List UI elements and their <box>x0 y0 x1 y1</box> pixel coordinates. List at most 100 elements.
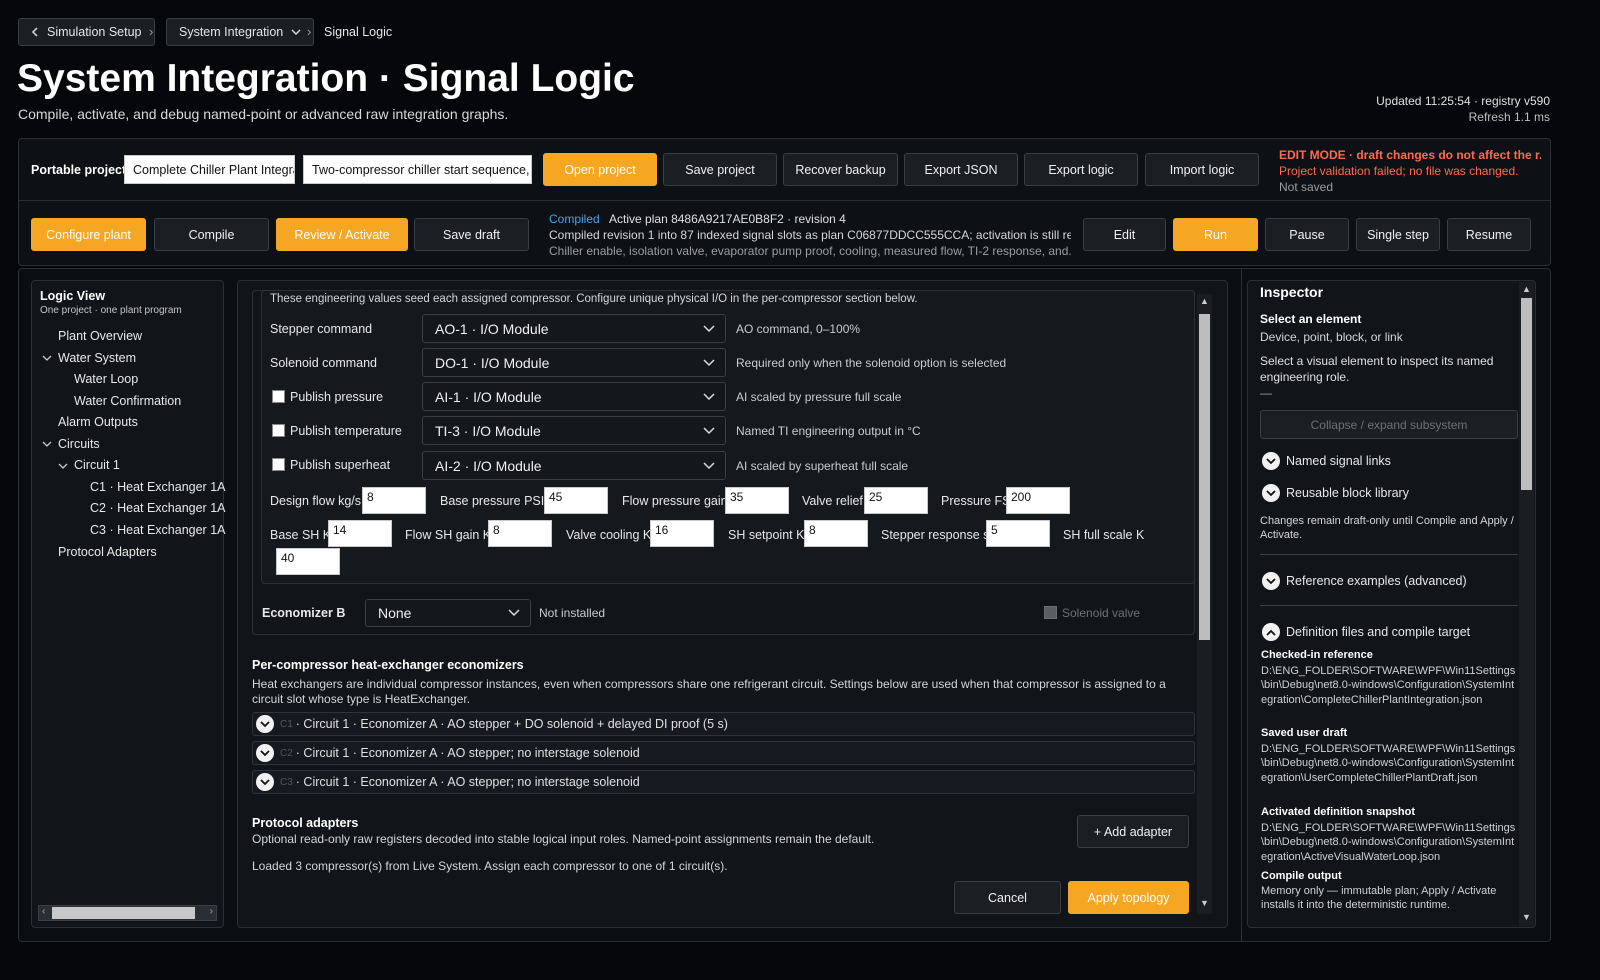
chevron-down-icon[interactable] <box>42 353 52 363</box>
tree-item-c1[interactable]: C1 · Heat Exchanger 1A <box>90 480 226 494</box>
economizer-b-status: Not installed <box>539 606 606 620</box>
publish-temperature-checkbox[interactable] <box>272 424 285 437</box>
publish-temperature-select[interactable]: TI-3 · I/O Module <box>422 416 726 445</box>
tree-item-c3[interactable]: C3 · Heat Exchanger 1A <box>90 523 226 537</box>
save-draft-button[interactable]: Save draft <box>414 218 529 251</box>
save-project-button[interactable]: Save project <box>663 153 777 186</box>
scroll-right-icon[interactable]: › <box>210 906 213 917</box>
compressor-tag: C3 <box>280 776 293 788</box>
reference-examples-expander[interactable]: Reference examples (advanced) <box>1262 572 1467 590</box>
sh-setpoint-input[interactable]: 8 <box>804 520 868 547</box>
economizer-b-label: Economizer B <box>262 606 346 620</box>
base-sh-input[interactable]: 14 <box>328 520 392 547</box>
pause-button[interactable]: Pause <box>1265 218 1349 251</box>
stepper-command-hint: AO command, 0–100% <box>736 322 861 336</box>
stepper-command-select[interactable]: AO-1 · I/O Module <box>422 314 726 343</box>
breadcrumb-separator-icon: › <box>149 24 154 39</box>
publish-superheat-select[interactable]: AI-2 · I/O Module <box>422 451 726 480</box>
recover-backup-button[interactable]: Recover backup <box>783 153 898 186</box>
export-logic-button[interactable]: Export logic <box>1024 153 1138 186</box>
definition-files-expander[interactable]: Definition files and compile target <box>1262 623 1470 641</box>
tree-item-water-confirmation[interactable]: Water Confirmation <box>74 394 181 408</box>
flow-sh-gain-input[interactable]: 8 <box>488 520 552 547</box>
tree-item-plant-overview[interactable]: Plant Overview <box>58 329 142 343</box>
collapse-chevron-icon <box>1262 623 1280 641</box>
publish-pressure-checkbox[interactable] <box>272 390 285 403</box>
scroll-down-icon[interactable]: ▼ <box>1200 898 1209 908</box>
inspector-vertical-scrollbar[interactable]: ▲ ▼ <box>1519 282 1534 926</box>
tree-item-water-system[interactable]: Water System <box>58 351 136 365</box>
single-step-button[interactable]: Single step <box>1356 218 1440 251</box>
sh-full-scale-input[interactable]: 40 <box>276 548 340 575</box>
project-name-input[interactable]: Complete Chiller Plant Integra <box>124 155 295 184</box>
publish-superheat-checkbox[interactable] <box>272 458 285 471</box>
compressor-c2-expander[interactable]: C2 · Circuit 1 · Economizer A · AO stepp… <box>252 741 1195 765</box>
scroll-down-icon[interactable]: ▼ <box>1522 912 1531 922</box>
compressor-c3-expander[interactable]: C3 · Circuit 1 · Economizer A · AO stepp… <box>252 770 1195 794</box>
edit-button[interactable]: Edit <box>1083 218 1166 251</box>
solenoid-command-select[interactable]: DO-1 · I/O Module <box>422 348 726 377</box>
main-vertical-scrollbar[interactable]: ▲ ▼ <box>1197 294 1212 914</box>
breadcrumb-system-integration-dropdown[interactable]: System Integration <box>166 18 315 46</box>
tree-item-circuits[interactable]: Circuits <box>58 437 100 451</box>
pressure-fs-input[interactable]: 200 <box>1006 487 1070 514</box>
publish-pressure-select[interactable]: AI-1 · I/O Module <box>422 382 726 411</box>
run-button[interactable]: Run <box>1173 218 1258 251</box>
stepper-response-input[interactable]: 5 <box>986 520 1050 547</box>
import-logic-button[interactable]: Import logic <box>1145 153 1259 186</box>
design-flow-input[interactable]: 8 <box>362 487 426 514</box>
scroll-left-icon[interactable]: ‹ <box>42 906 45 917</box>
expand-chevron-icon <box>256 715 274 733</box>
valve-relief-input[interactable]: 25 <box>864 487 928 514</box>
chevron-down-icon[interactable] <box>58 461 68 471</box>
back-button[interactable]: Simulation Setup <box>18 18 155 46</box>
base-pressure-input[interactable]: 45 <box>544 487 608 514</box>
protocol-adapters-title: Protocol adapters <box>252 816 359 830</box>
publish-superheat-hint: AI scaled by superheat full scale <box>736 459 909 473</box>
valve-cooling-input[interactable]: 16 <box>650 520 714 547</box>
flow-pressure-gain-input[interactable]: 35 <box>725 487 789 514</box>
tree-item-water-loop[interactable]: Water Loop <box>74 372 138 386</box>
tree-item-c2[interactable]: C2 · Heat Exchanger 1A <box>90 501 226 515</box>
solenoid-valve-checkbox[interactable] <box>1044 606 1057 619</box>
compile-status-line2: Compiled revision 1 into 87 indexed sign… <box>549 228 1071 242</box>
logic-view-title: Logic View <box>40 289 106 303</box>
compile-button[interactable]: Compile <box>154 218 269 251</box>
activated-snapshot-label: Activated definition snapshot <box>1261 806 1416 818</box>
scroll-up-icon[interactable]: ▲ <box>1200 296 1209 306</box>
inspector-title: Inspector <box>1260 284 1324 300</box>
cancel-button[interactable]: Cancel <box>954 881 1061 914</box>
checked-in-reference-label: Checked-in reference <box>1261 649 1373 661</box>
collapse-expand-button[interactable]: Collapse / expand subsystem <box>1260 410 1518 439</box>
scrollbar-thumb[interactable] <box>1521 298 1532 490</box>
back-label: Simulation Setup <box>47 25 142 39</box>
tree-item-alarm-outputs[interactable]: Alarm Outputs <box>58 415 138 429</box>
expand-chevron-icon <box>256 744 274 762</box>
review-activate-button[interactable]: Review / Activate <box>276 218 408 251</box>
open-project-button[interactable]: Open project <box>543 153 657 186</box>
project-description-input[interactable]: Two-compressor chiller start sequence, m <box>303 155 532 184</box>
scrollbar-thumb[interactable] <box>52 907 195 919</box>
loaded-compressors-text: Loaded 3 compressor(s) from Live System.… <box>252 859 728 873</box>
tree-item-circuit-1[interactable]: Circuit 1 <box>74 458 120 472</box>
add-adapter-button[interactable]: + Add adapter <box>1077 815 1189 848</box>
apply-topology-button[interactable]: Apply topology <box>1068 881 1189 914</box>
compressor-c1-expander[interactable]: C1 · Circuit 1 · Economizer A · AO stepp… <box>252 712 1195 736</box>
logic-view-horizontal-scrollbar[interactable]: ‹ › <box>38 905 217 921</box>
economizer-b-select[interactable]: None <box>365 599 531 627</box>
block-library-label: Reusable block library <box>1286 486 1409 500</box>
param-label: Design flow kg/s <box>270 494 362 508</box>
named-signal-links-expander[interactable]: Named signal links <box>1262 452 1391 470</box>
chevron-down-icon[interactable] <box>42 439 52 449</box>
tree-item-protocol-adapters[interactable]: Protocol Adapters <box>58 545 157 559</box>
param-label: Flow pressure gain <box>622 494 728 508</box>
block-library-expander[interactable]: Reusable block library <box>1262 484 1409 502</box>
export-json-button[interactable]: Export JSON <box>904 153 1018 186</box>
scroll-up-icon[interactable]: ▲ <box>1522 284 1531 294</box>
resume-button[interactable]: Resume <box>1447 218 1531 251</box>
compile-status-line1: Compiled Active plan 8486A9217AE0B8F2 · … <box>549 212 846 226</box>
inspector-separator <box>1260 605 1518 606</box>
scrollbar-thumb[interactable] <box>1199 314 1210 640</box>
configure-plant-button[interactable]: Configure plant <box>31 218 146 251</box>
validation-error: Project validation failed; no file was c… <box>1279 164 1519 178</box>
